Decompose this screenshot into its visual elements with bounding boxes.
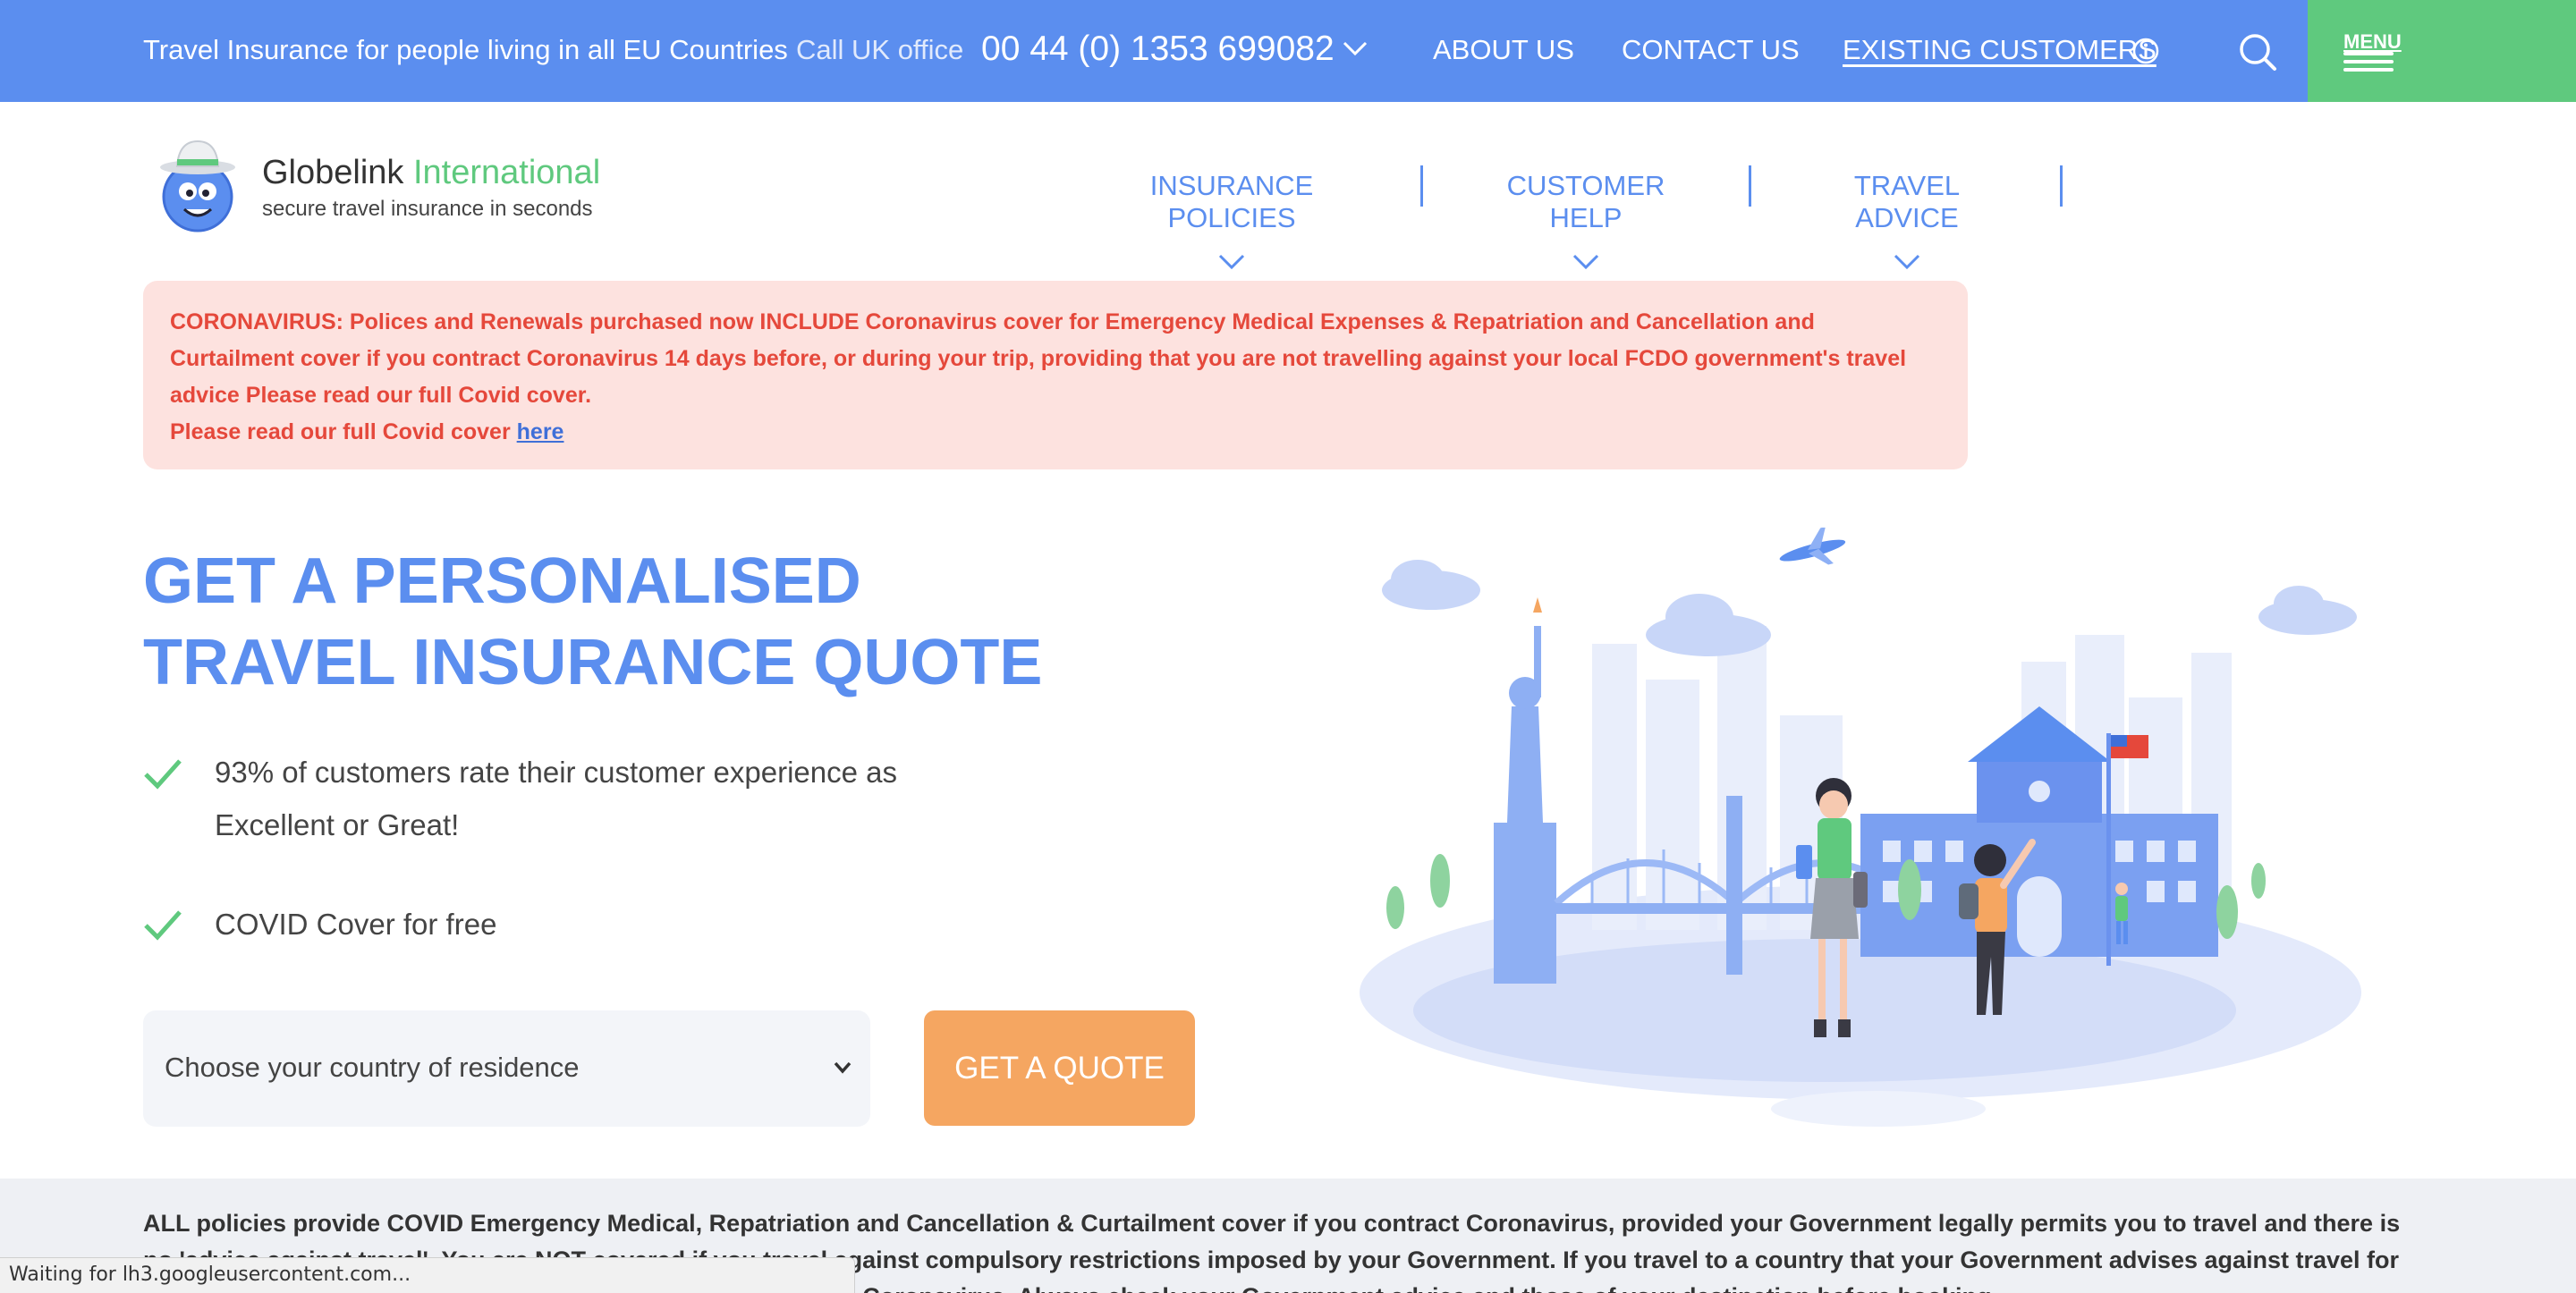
globe-mascot-logo-icon[interactable] [159,136,236,234]
bullet-customer-rating: 93% of customers rate their customer exp… [215,756,898,841]
coronavirus-alert: CORONAVIRUS: Polices and Renewals purcha… [143,281,1968,469]
info-icon[interactable] [2132,38,2159,64]
chevron-down-icon [1572,254,1599,270]
travel-city-illustration [1360,528,2361,1127]
logo-subtitle: secure travel insurance in seconds [262,197,593,221]
alert-line2-text: Please read our full Covid cover [170,419,511,444]
hamburger-icon [2343,52,2394,72]
top-bar: Travel Insurance for people living in al… [0,0,2576,102]
menu-label: MENU [2343,30,2402,53]
country-select-value: Choose your country of residence [165,1052,580,1083]
title-line-2: TRAVEL INSURANCE QUOTE [143,627,1043,698]
search-icon[interactable] [2238,32,2277,72]
logo-name[interactable]: Globelink International [262,154,600,192]
logo-name-main: Globelink [262,154,404,191]
country-of-residence-select[interactable]: Choose your country of residence [143,1010,870,1127]
nav-customer-help-label: CUSTOMER HELP [1506,170,1665,233]
chevron-down-icon[interactable] [1342,39,1368,57]
call-uk-office-label: Call UK office [796,34,964,65]
contact-us-link[interactable]: CONTACT US [1622,34,1800,66]
nav-divider [2060,165,2063,207]
alert-text: CORONAVIRUS: Polices and Renewals purcha… [170,309,1907,408]
tagline: Travel Insurance for people living in al… [143,34,788,65]
nav-travel-advice-label: TRAVEL ADVICE [1853,170,1961,233]
nav-divider [1420,165,1423,207]
chevron-down-icon [834,1061,852,1074]
alert-line2: Please read our full Covid cover here [170,414,1941,451]
check-icon [144,910,182,941]
title-line-1: GET A PERSONALISED [143,545,861,617]
covid-cover-link[interactable]: here [517,419,564,444]
existing-customers-link[interactable]: EXISTING CUSTOMERS [1843,34,2157,66]
about-us-link[interactable]: ABOUT US [1433,34,1574,66]
menu-button[interactable]: MENU [2308,0,2576,102]
nav-insurance-policies-label: INSURANCE POLICIES [1149,170,1314,233]
nav-divider [1749,165,1751,207]
page-title: GET A PERSONALISED TRAVEL INSURANCE QUOT… [143,541,1216,704]
nav-insurance-policies[interactable]: INSURANCE POLICIES [1093,170,1370,270]
logo-name-accent: International [412,154,601,191]
check-icon [144,759,182,790]
phone-number[interactable]: 00 44 (0) 1353 699082 [981,30,1335,69]
get-a-quote-button[interactable]: GET A QUOTE [924,1010,1195,1126]
nav-travel-advice[interactable]: TRAVEL ADVICE [1803,170,2011,270]
chevron-down-icon [1894,254,1920,270]
chevron-down-icon [1218,254,1245,270]
browser-status-bar: Waiting for lh3.googleusercontent.com... [0,1257,855,1293]
nav-customer-help[interactable]: CUSTOMER HELP [1476,170,1696,270]
bullet-covid-cover: COVID Cover for free [215,908,497,941]
